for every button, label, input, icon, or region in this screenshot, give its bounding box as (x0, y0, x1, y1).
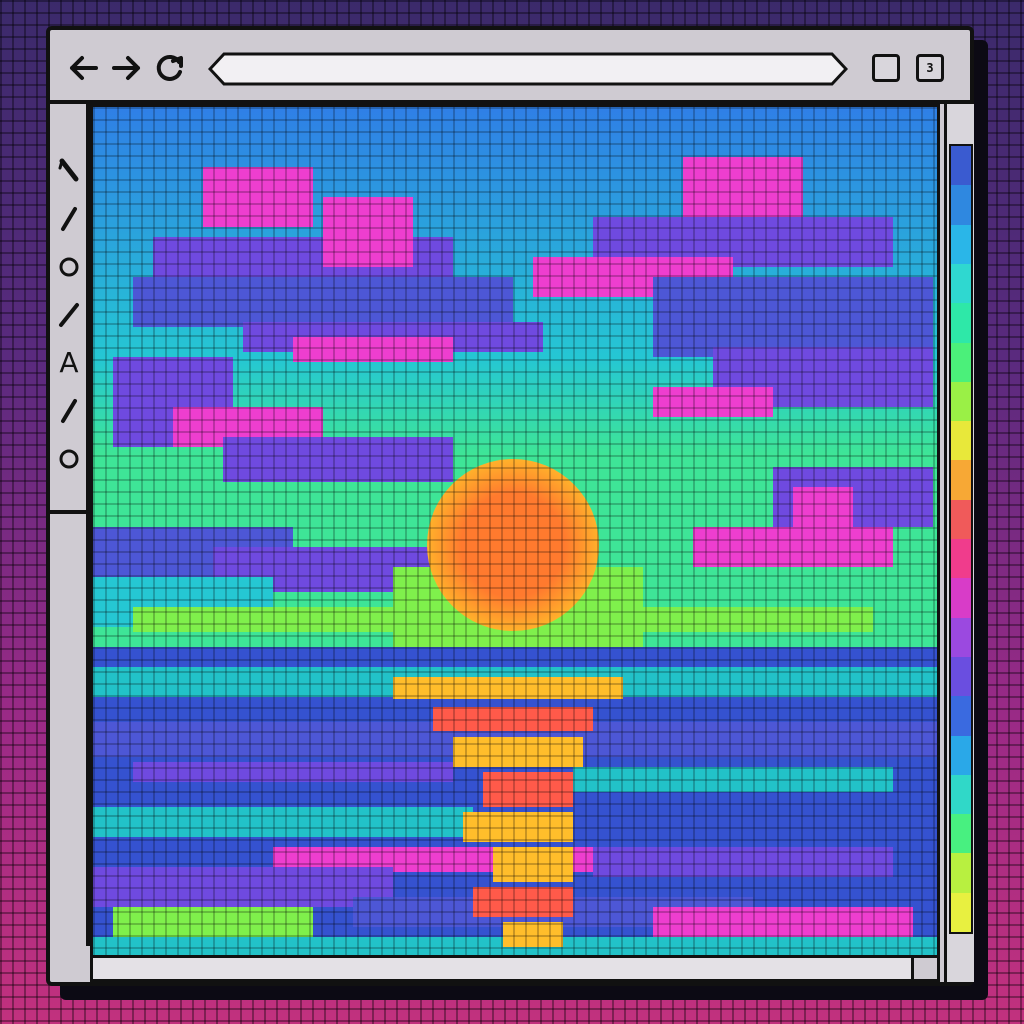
reflection-strip (473, 887, 573, 917)
color-swatch[interactable] (951, 421, 971, 461)
color-swatch[interactable] (951, 774, 971, 815)
sea-band (133, 762, 453, 782)
restore-button[interactable] (872, 54, 900, 82)
drawing-canvas[interactable] (90, 104, 940, 958)
color-swatch[interactable] (951, 814, 971, 854)
line-tool-3[interactable] (54, 396, 84, 426)
reflection-strip (493, 847, 573, 882)
sea-band (573, 767, 893, 792)
circle-icon (59, 449, 79, 469)
color-swatch[interactable] (951, 696, 971, 736)
color-palette (944, 104, 974, 958)
cloud-block (223, 437, 453, 482)
left-rail (50, 514, 90, 946)
sea-band (93, 807, 473, 837)
line-tool-1[interactable] (54, 204, 84, 234)
color-swatch[interactable] (951, 892, 971, 933)
arrow-left-icon (70, 56, 98, 80)
color-swatch[interactable] (951, 539, 971, 579)
address-bar[interactable] (208, 52, 848, 86)
color-swatch[interactable] (951, 146, 971, 186)
color-swatch[interactable] (951, 853, 971, 894)
pixel-sunset-artwork (93, 107, 937, 955)
forward-button[interactable] (108, 50, 144, 86)
color-swatch[interactable] (951, 263, 971, 304)
horizontal-scroll-thumb[interactable] (911, 958, 937, 979)
circle-tool-1[interactable] (54, 252, 84, 282)
back-button[interactable] (66, 50, 102, 86)
circle-tool-2[interactable] (54, 444, 84, 474)
reflection-strip (463, 812, 573, 842)
cloud-block (653, 387, 773, 417)
line-icon (61, 399, 77, 423)
color-swatch-strip (949, 144, 973, 934)
address-bar-text (230, 58, 826, 80)
sea-band (593, 847, 893, 877)
color-swatch[interactable] (951, 460, 971, 501)
app-window: 3 A (46, 26, 974, 986)
text-icon: A (59, 346, 79, 379)
tabs-count: 3 (926, 61, 934, 75)
square-icon (879, 61, 893, 75)
color-swatch[interactable] (951, 578, 971, 619)
cloud-block (793, 487, 853, 537)
sea-band (93, 867, 393, 907)
color-swatch[interactable] (951, 499, 971, 540)
reload-icon (156, 54, 183, 81)
tool-sidebar: A (50, 104, 90, 514)
cloud-block (203, 167, 313, 227)
cloud-block (293, 337, 453, 362)
cloud-block (653, 277, 933, 357)
cloud-block (133, 277, 513, 327)
sea-band (653, 907, 913, 937)
color-swatch[interactable] (951, 656, 971, 697)
tabs-button[interactable]: 3 (916, 54, 944, 82)
color-swatch[interactable] (951, 735, 971, 776)
color-swatch[interactable] (951, 342, 971, 383)
line-icon (61, 207, 77, 231)
horizontal-scrollbar[interactable] (90, 958, 940, 982)
pencil-icon (58, 158, 79, 182)
line-tool-2[interactable] (54, 300, 84, 330)
color-swatch[interactable] (951, 381, 971, 422)
circle-icon (59, 257, 79, 277)
reflection-strip (433, 707, 593, 731)
pencil-tool[interactable] (54, 156, 84, 186)
line-icon (59, 303, 79, 327)
reflection-strip (483, 772, 573, 807)
color-swatch[interactable] (951, 185, 971, 226)
arrow-right-icon (112, 56, 140, 80)
sea-band (113, 907, 313, 937)
scrollbar-corner[interactable] (944, 958, 974, 982)
reload-button[interactable] (152, 50, 188, 86)
color-swatch[interactable] (951, 303, 971, 343)
color-swatch[interactable] (951, 617, 971, 658)
toolbar: 3 (50, 30, 970, 104)
reflection-strip (503, 922, 563, 947)
reflection-strip (393, 677, 623, 699)
text-tool[interactable]: A (54, 348, 84, 378)
reflection-strip (453, 737, 583, 767)
sun (427, 459, 599, 631)
color-swatch[interactable] (951, 224, 971, 265)
cloud-block (323, 197, 413, 267)
